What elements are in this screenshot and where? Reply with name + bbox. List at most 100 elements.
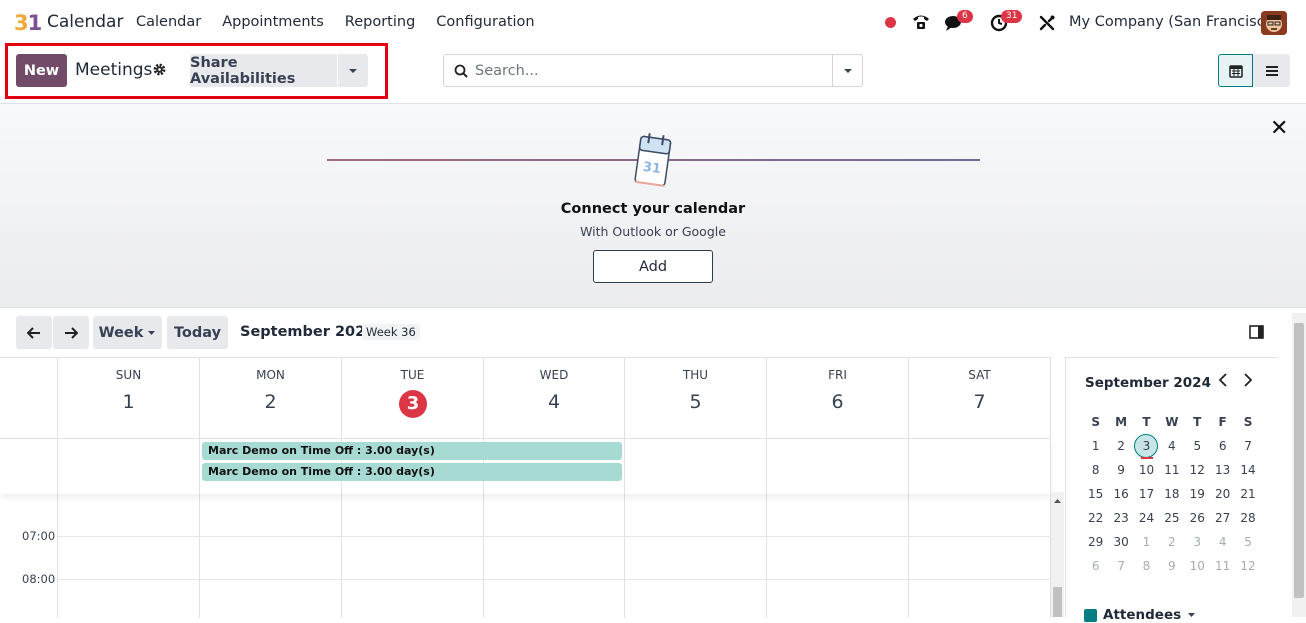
- mini-day[interactable]: 20: [1210, 482, 1235, 506]
- page-scrollbar-thumb[interactable]: [1294, 323, 1304, 598]
- mini-day[interactable]: 25: [1159, 506, 1184, 530]
- mini-day[interactable]: 4: [1210, 530, 1235, 554]
- mini-day[interactable]: 4: [1159, 434, 1184, 458]
- gear-icon[interactable]: [153, 63, 166, 80]
- mini-day[interactable]: 7: [1235, 434, 1260, 458]
- add-calendar-button[interactable]: Add: [593, 250, 713, 283]
- event-time-off[interactable]: Marc Demo on Time Off : 3.00 day(s): [202, 442, 622, 460]
- company-switcher[interactable]: My Company (San Francisco): [1069, 14, 1279, 30]
- mini-calendar-title: September 2024: [1085, 375, 1211, 391]
- mini-day[interactable]: 26: [1185, 506, 1210, 530]
- mini-day[interactable]: 11: [1210, 554, 1235, 578]
- today-button[interactable]: Today: [167, 316, 228, 349]
- attendees-filter[interactable]: Attendees: [1084, 607, 1196, 623]
- mini-day[interactable]: 16: [1108, 482, 1133, 506]
- mini-day[interactable]: 1: [1083, 434, 1108, 458]
- mini-day[interactable]: 2: [1159, 530, 1184, 554]
- day-number: 7: [973, 391, 986, 413]
- banner-title: Connect your calendar: [560, 201, 746, 217]
- mini-day[interactable]: 23: [1108, 506, 1133, 530]
- scale-dropdown[interactable]: Week: [93, 316, 162, 349]
- mini-day[interactable]: 6: [1210, 434, 1235, 458]
- hour-label: 08:00: [22, 572, 56, 586]
- mini-day[interactable]: 15: [1083, 482, 1108, 506]
- mini-weekday-head: T: [1193, 415, 1202, 429]
- day-number: 6: [831, 391, 844, 413]
- mini-day[interactable]: 5: [1185, 434, 1210, 458]
- new-button[interactable]: New: [16, 54, 67, 87]
- share-dropdown-toggle[interactable]: [338, 54, 368, 87]
- search-bar: [443, 54, 863, 87]
- mini-day[interactable]: 12: [1235, 554, 1260, 578]
- menu-item-appointments[interactable]: Appointments: [222, 14, 324, 30]
- mini-day[interactable]: 10: [1134, 458, 1159, 482]
- mini-day[interactable]: 7: [1108, 554, 1133, 578]
- mini-week-row: 6 7 8 9 10 11 12: [1083, 554, 1273, 578]
- scrollbar-thumb[interactable]: [1053, 587, 1062, 617]
- previous-button[interactable]: [16, 316, 52, 349]
- event-time-off[interactable]: Marc Demo on Time Off : 3.00 day(s): [202, 463, 622, 481]
- banner-subtitle: With Outlook or Google: [580, 224, 726, 239]
- menu-item-reporting[interactable]: Reporting: [345, 14, 416, 30]
- mini-day[interactable]: 14: [1235, 458, 1260, 482]
- scroll-up-icon: [1054, 499, 1061, 503]
- caret-down-icon: [148, 330, 156, 335]
- mini-day[interactable]: 9: [1108, 458, 1133, 482]
- mini-day[interactable]: 2: [1108, 434, 1133, 458]
- grid-scrollbar[interactable]: [1051, 492, 1064, 617]
- mini-day[interactable]: 13: [1210, 458, 1235, 482]
- mini-day[interactable]: 11: [1159, 458, 1184, 482]
- sidebar-toggle-icon[interactable]: [1249, 325, 1264, 343]
- mini-day[interactable]: 19: [1185, 482, 1210, 506]
- phone-icon[interactable]: [911, 13, 931, 35]
- mini-weekday-head: T: [1142, 415, 1151, 429]
- day-of-week: FRI: [828, 368, 847, 382]
- mini-day[interactable]: 9: [1159, 554, 1184, 578]
- scale-label: Week: [98, 324, 144, 341]
- attendees-checkbox[interactable]: [1084, 608, 1097, 622]
- mini-day[interactable]: 8: [1134, 554, 1159, 578]
- list-icon: [1265, 65, 1278, 76]
- search-input[interactable]: [475, 61, 830, 81]
- mini-weekday-head: W: [1165, 415, 1179, 429]
- mini-day[interactable]: 5: [1235, 530, 1260, 554]
- page-scrollbar[interactable]: [1292, 313, 1306, 617]
- connect-calendar-banner: ✕ 31 Connect your calendar With Outlook …: [0, 104, 1306, 308]
- calendar-view-button[interactable]: [1218, 54, 1253, 87]
- mini-day[interactable]: 10: [1185, 554, 1210, 578]
- week-calendar-grid: SUN 1 MON 2 TUE 3 WED 4 THU 5 FRI 6 SAT …: [0, 357, 1051, 618]
- messages-count-badge: 6: [957, 10, 973, 23]
- mini-day[interactable]: 22: [1083, 506, 1108, 530]
- close-icon[interactable]: ✕: [1270, 116, 1288, 141]
- day-of-week: SAT: [968, 368, 991, 382]
- list-view-button[interactable]: [1253, 54, 1290, 87]
- mini-day[interactable]: 17: [1134, 482, 1159, 506]
- mini-day[interactable]: 24: [1134, 506, 1159, 530]
- menu-item-calendar[interactable]: Calendar: [136, 14, 201, 30]
- mini-day[interactable]: 3: [1134, 434, 1159, 459]
- all-day-row: Marc Demo on Time Off : 3.00 day(s) Marc…: [0, 438, 1051, 494]
- calendar-app-logo[interactable]: 31: [14, 11, 42, 35]
- mini-day[interactable]: 8: [1083, 458, 1108, 482]
- mini-day[interactable]: 1: [1134, 530, 1159, 554]
- mini-day[interactable]: 3: [1185, 530, 1210, 554]
- chevron-right-icon[interactable]: [1243, 372, 1253, 391]
- mini-day[interactable]: 21: [1235, 482, 1260, 506]
- mini-week-row: 15 16 17 18 19 20 21: [1083, 482, 1273, 506]
- mini-day[interactable]: 29: [1083, 530, 1108, 554]
- share-availabilities-button[interactable]: Share Availabilities: [190, 54, 337, 87]
- debug-tools-icon[interactable]: [1038, 14, 1056, 36]
- user-avatar[interactable]: [1261, 11, 1287, 35]
- mini-day[interactable]: 12: [1185, 458, 1210, 482]
- mini-day[interactable]: 6: [1083, 554, 1108, 578]
- mini-day[interactable]: 27: [1210, 506, 1235, 530]
- menu-item-configuration[interactable]: Configuration: [436, 14, 534, 30]
- mini-day[interactable]: 28: [1235, 506, 1260, 530]
- status-dot-icon[interactable]: [884, 16, 897, 33]
- search-options-toggle[interactable]: [832, 54, 862, 87]
- next-button[interactable]: [53, 316, 89, 349]
- app-name[interactable]: Calendar: [47, 12, 123, 32]
- mini-day[interactable]: 18: [1159, 482, 1184, 506]
- chevron-left-icon[interactable]: [1218, 372, 1228, 391]
- mini-day[interactable]: 30: [1108, 530, 1133, 554]
